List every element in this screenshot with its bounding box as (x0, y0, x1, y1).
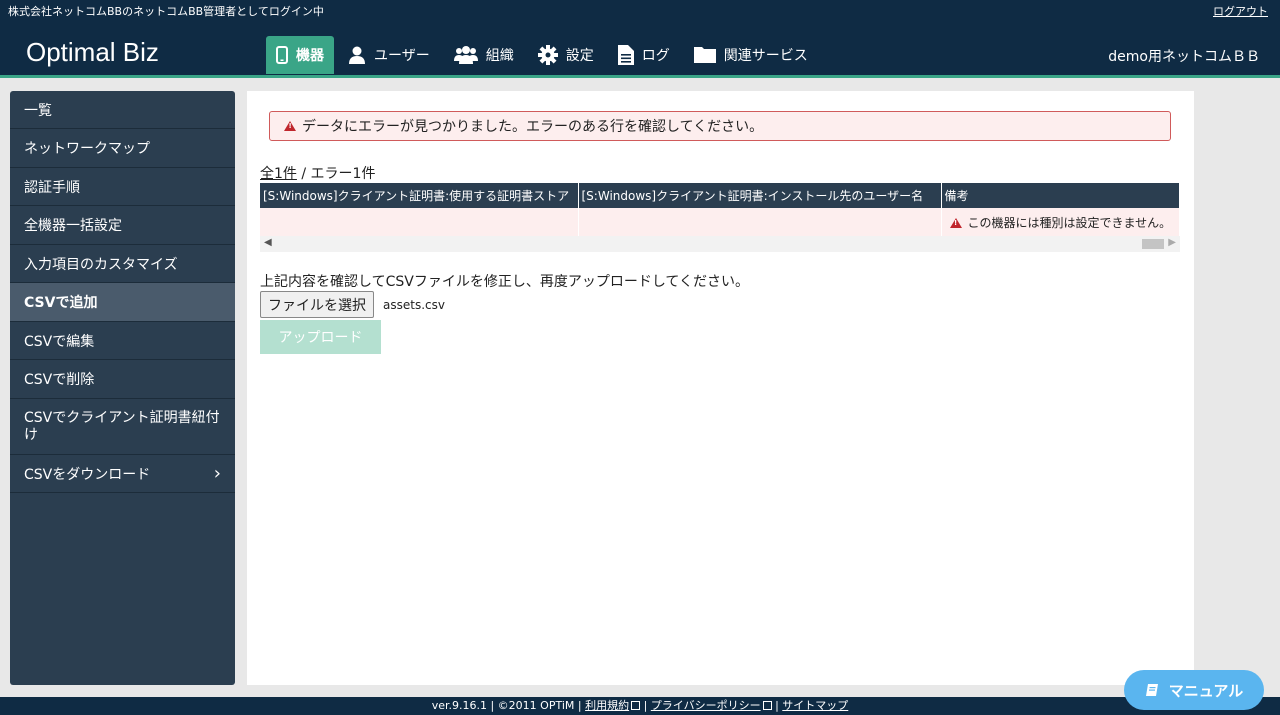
sidebar-item-label: CSVをダウンロード (24, 466, 151, 483)
footer-separator: | (771, 699, 783, 712)
nav-related-services[interactable]: 関連サービス (684, 36, 818, 74)
nav-settings-label: 設定 (565, 48, 594, 64)
nav-related-services-label: 関連サービス (723, 48, 808, 64)
sidebar-item-csv-client-cert[interactable]: CSVでクライアント証明書紐付け (10, 399, 235, 455)
table-header-row: [S:Windows]クライアント証明書:使用する証明書ストア [S:Windo… (260, 183, 1180, 208)
sidebar-item-label: 認証手順 (24, 179, 80, 196)
sidebar-item-label: CSVでクライアント証明書紐付け (24, 409, 220, 443)
top-bar: 株式会社ネットコムBBのネットコムBB管理者としてログイン中 ログアウト (0, 0, 1280, 22)
sidebar-item-label: 一覧 (24, 102, 52, 119)
main-nav: 機器 ユーザー 組織 設定 ログ 関連サービス (266, 36, 822, 74)
nav-users[interactable]: ユーザー (338, 36, 440, 74)
sidebar-item-customize-fields[interactable]: 入力項目のカスタマイズ (10, 245, 235, 283)
nav-log[interactable]: ログ (608, 36, 680, 74)
user-icon (349, 46, 365, 64)
sidebar: 一覧 ネットワークマップ 認証手順 全機器一括設定 入力項目のカスタマイズ CS… (10, 91, 235, 685)
manual-label: マニュアル (1168, 681, 1244, 700)
version-text: ver.9.16.1 | ©2011 OPTiM | (431, 699, 586, 712)
sidebar-item-label: CSVで削除 (24, 372, 95, 388)
main-panel: データにエラーが見つかりました。エラーのある行を確認してください。 全1件 / … (247, 91, 1194, 685)
table-row: この機器には種別は設定できません。 (260, 208, 1180, 236)
nav-devices[interactable]: 機器 (266, 36, 334, 74)
sidebar-item-label: 全機器一括設定 (24, 218, 122, 234)
book-icon (1145, 684, 1158, 696)
sidebar-item-auth-procedure[interactable]: 認証手順 (10, 168, 235, 206)
sidebar-item-network-map[interactable]: ネットワークマップ (10, 129, 235, 168)
sidebar-item-csv-edit[interactable]: CSVで編集 (10, 322, 235, 360)
footer: ver.9.16.1 | ©2011 OPTiM | 利用規約 | プライバシー… (0, 697, 1280, 715)
sitemap-link[interactable]: サイトマップ (782, 699, 848, 712)
document-icon (617, 45, 634, 65)
nav-users-label: ユーザー (374, 48, 430, 64)
sidebar-item-csv-download[interactable]: CSVをダウンロード › (10, 455, 235, 493)
warning-icon (284, 121, 296, 131)
chevron-right-icon: › (213, 463, 221, 484)
nav-organization[interactable]: 組織 (444, 36, 524, 74)
sidebar-item-list[interactable]: 一覧 (10, 91, 235, 129)
sidebar-item-label: CSVで追加 (24, 295, 98, 311)
scroll-right-arrow-icon[interactable]: ▶ (1168, 237, 1176, 248)
gear-icon (537, 45, 558, 65)
smartphone-icon (276, 46, 288, 64)
error-table: [S:Windows]クライアント証明書:使用する証明書ストア [S:Windo… (260, 183, 1180, 236)
sidebar-item-csv-add[interactable]: CSVで追加 (10, 283, 235, 322)
table-cell (578, 208, 942, 236)
table-cell (260, 208, 579, 236)
column-header-install-user: [S:Windows]クライアント証明書:インストール先のユーザー名 (578, 183, 942, 208)
login-status: 株式会社ネットコムBBのネットコムBB管理者としてログイン中 (8, 5, 324, 18)
nav-log-label: ログ (641, 48, 670, 64)
header: Optimal Biz 機器 ユーザー 組織 設定 ログ 関連サービス demo… (0, 22, 1280, 78)
choose-file-button[interactable]: ファイルを選択 (260, 291, 374, 318)
footer-separator: | (640, 699, 651, 712)
remarks-text: この機器には種別は設定できません。 (967, 215, 1172, 230)
external-link-icon (631, 701, 641, 710)
sidebar-item-label: CSVで編集 (24, 333, 95, 350)
count-all-link[interactable]: 全1件 (260, 166, 297, 182)
nav-organization-label: 組織 (485, 48, 514, 64)
upload-button[interactable]: アップロード (260, 320, 381, 354)
manual-button[interactable]: マニュアル (1124, 670, 1264, 710)
horizontal-scrollbar[interactable]: ◀ ▶ (260, 236, 1180, 252)
sidebar-item-label: 入力項目のカスタマイズ (24, 256, 178, 273)
selected-file-name: assets.csv (383, 298, 445, 312)
count-error: エラー1件 (310, 166, 376, 182)
privacy-link[interactable]: プライバシーポリシー (651, 699, 761, 712)
error-alert-text: データにエラーが見つかりました。エラーのある行を確認してください。 (302, 119, 764, 135)
error-alert: データにエラーが見つかりました。エラーのある行を確認してください。 (269, 111, 1171, 141)
nav-devices-label: 機器 (296, 48, 324, 64)
warning-icon (949, 217, 962, 228)
users-icon (453, 46, 478, 64)
terms-link[interactable]: 利用規約 (585, 699, 629, 712)
instruction-text: 上記内容を確認してCSVファイルを修正し、再度アップロードしてください。 (260, 274, 749, 290)
record-count: 全1件 / エラー1件 (260, 163, 375, 183)
scroll-left-arrow-icon[interactable]: ◀ (264, 237, 272, 248)
sidebar-item-csv-delete[interactable]: CSVで削除 (10, 360, 235, 399)
external-link-icon (762, 701, 772, 710)
header-accent-line (0, 75, 1280, 78)
folder-icon (693, 47, 716, 63)
logout-link[interactable]: ログアウト (1213, 3, 1268, 19)
column-header-remarks: 備考 (941, 183, 1180, 208)
nav-settings[interactable]: 設定 (528, 36, 604, 74)
table-cell-remarks: この機器には種別は設定できません。 (941, 208, 1180, 236)
sidebar-item-bulk-settings[interactable]: 全機器一括設定 (10, 206, 235, 245)
current-user[interactable]: demo用ネットコムＢＢ (1108, 46, 1260, 66)
brand-logo[interactable]: Optimal Biz (26, 37, 159, 68)
sidebar-item-label: ネットワークマップ (24, 141, 150, 157)
count-separator: / (296, 166, 311, 182)
column-header-cert-store: [S:Windows]クライアント証明書:使用する証明書ストア (260, 183, 579, 208)
scrollbar-thumb[interactable] (1142, 239, 1164, 249)
